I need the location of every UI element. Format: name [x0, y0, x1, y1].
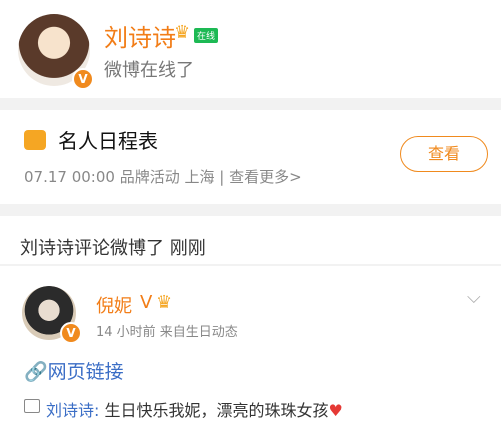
calendar-icon: [24, 130, 46, 150]
profile-card: V 刘诗诗 ♛ 在线 微博在线了: [0, 0, 501, 98]
profile-status: 微博在线了: [104, 60, 194, 81]
author-verified-mark: V: [140, 292, 153, 313]
web-link-label: 网页链接: [47, 361, 124, 383]
verified-badge-icon: V: [60, 322, 82, 344]
comment-author[interactable]: 刘诗诗:: [46, 401, 99, 420]
post-meta: 14 小时前 来自生日动态: [96, 325, 238, 340]
heart-icon: ♥: [328, 401, 343, 420]
online-badge: 在线: [194, 28, 219, 43]
crown-icon: ♛: [174, 22, 191, 43]
view-button[interactable]: 查看: [400, 136, 488, 172]
verified-badge-icon: V: [72, 68, 94, 90]
link-icon: 🔗: [24, 361, 48, 383]
web-link[interactable]: 🔗网页链接: [24, 357, 124, 384]
chevron-down-icon[interactable]: ⌵: [467, 287, 481, 308]
comment-text: 生日快乐我妮，漂亮的珠珠女孩: [99, 401, 329, 420]
schedule-description[interactable]: 07.17 00:00 品牌活动 上海 | 查看更多>: [24, 166, 302, 187]
post-author[interactable]: 倪妮: [96, 292, 132, 318]
profile-name[interactable]: 刘诗诗: [104, 18, 176, 53]
crown-icon: ♛: [156, 292, 173, 313]
comment-line: 刘诗诗: 生日快乐我妮，漂亮的珠珠女孩♥: [46, 397, 343, 421]
activity-text: 刘诗诗评论微博了 刚刚: [20, 238, 206, 259]
schedule-title: 名人日程表: [58, 129, 158, 153]
comment-icon: [24, 399, 40, 413]
